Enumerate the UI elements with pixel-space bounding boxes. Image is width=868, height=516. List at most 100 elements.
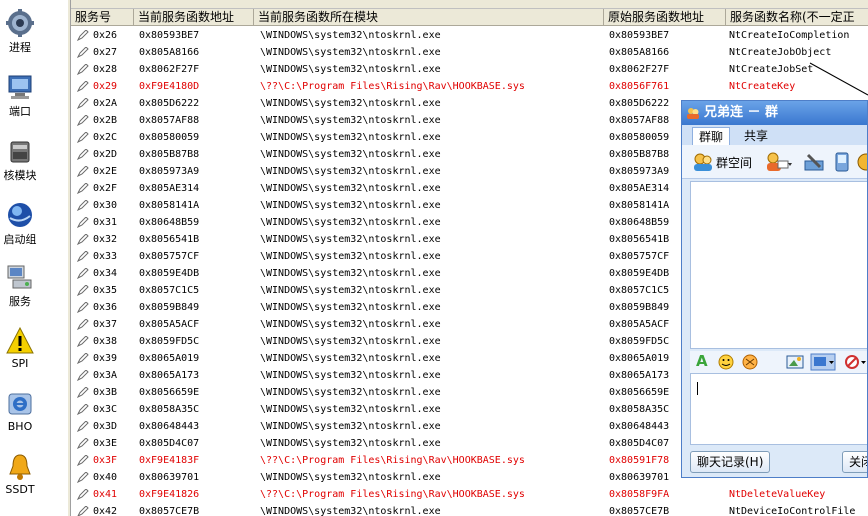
- pencil-icon: [77, 81, 89, 92]
- group-space-label[interactable]: 群空间: [716, 154, 752, 171]
- cell-current-module: \??\C:\Program Files\Rising\Rav\HOOKBASE…: [260, 489, 525, 500]
- cell-current-address: 0x80593BE7: [139, 30, 200, 41]
- chat-tabs: 群聊 共享: [682, 125, 867, 145]
- cell-current-address: 0xF9E41826: [139, 489, 200, 500]
- sidebar-item-port[interactable]: 端口: [0, 72, 40, 119]
- sidebar-item-kernel-module[interactable]: 核模块: [0, 136, 40, 183]
- column-header-current-address[interactable]: 当前服务函数地址: [134, 9, 254, 26]
- globe-icon: [8, 203, 32, 227]
- font-icon[interactable]: A: [696, 352, 708, 370]
- sidebar-item-label: 启动组: [3, 233, 37, 246]
- group-chat-window[interactable]: 兄弟连 － 群 群聊 共享 群空间 A 聊天记录(H) 关: [681, 100, 868, 478]
- members-icon[interactable]: [764, 151, 792, 173]
- table-row[interactable]: 0x28 0x8062F27F \WINDOWS\system32\ntoskrnl…: [71, 61, 868, 78]
- tools-icon[interactable]: [802, 151, 826, 173]
- cell-service-number: 0x32: [93, 234, 118, 245]
- column-header-service-number[interactable]: 服务号: [71, 9, 134, 26]
- chat-title: 兄弟连 － 群: [704, 105, 779, 120]
- cell-current-address: 0x8062F27F: [139, 64, 200, 75]
- chat-history-button[interactable]: 聊天记录(H): [690, 451, 771, 473]
- cell-current-address: 0x8058141A: [139, 200, 200, 211]
- sidebar-item-ssdt[interactable]: SSDT: [0, 452, 40, 496]
- cell-current-module: \WINDOWS\system32\ntoskrnl.exe: [260, 234, 441, 245]
- more-icon[interactable]: [856, 151, 868, 173]
- column-header-function-name[interactable]: 服务函数名称(不一定正: [726, 9, 868, 26]
- cell-service-number: 0x40: [93, 472, 118, 483]
- screenshot-icon[interactable]: [810, 353, 836, 371]
- group-space-icon[interactable]: [692, 152, 714, 172]
- sidebar-item-spi[interactable]: SPI: [0, 326, 40, 370]
- cell-current-address: 0xF9E4183F: [139, 455, 200, 466]
- sidebar-item-startup[interactable]: 启动组: [0, 200, 40, 247]
- cell-current-module: \WINDOWS\system32\ntoskrnl.exe: [260, 285, 441, 296]
- pencil-icon: [77, 268, 89, 279]
- phone-icon[interactable]: [830, 151, 854, 173]
- image-icon[interactable]: [786, 354, 804, 370]
- cell-service-number: 0x3E: [93, 438, 118, 449]
- chat-title-bar[interactable]: 兄弟连 － 群: [682, 101, 867, 125]
- sidebar-item-label: 进程: [9, 41, 31, 54]
- cell-current-address: 0x805757CF: [139, 251, 200, 262]
- tab-share[interactable]: 共享: [738, 127, 774, 145]
- cell-service-number: 0x2E: [93, 166, 118, 177]
- cell-service-number: 0x3A: [93, 370, 118, 381]
- cell-function-name: NtDeleteValueKey: [729, 489, 826, 500]
- cell-original-address: 0x805A8166: [609, 47, 670, 58]
- pencil-icon: [77, 302, 89, 313]
- table-header: 服务号 当前服务函数地址 当前服务函数所在模块 原始服务函数地址 服务函数名称(…: [71, 9, 868, 26]
- cell-current-module: \WINDOWS\system32\ntoskrnl.exe: [260, 64, 441, 75]
- cell-current-module: \WINDOWS\system32\ntoskrnl.exe: [260, 370, 441, 381]
- cell-service-number: 0x2B: [93, 115, 118, 126]
- cell-current-module: \WINDOWS\system32\ntoskrnl.exe: [260, 319, 441, 330]
- shake-icon[interactable]: [742, 354, 758, 370]
- sidebar-item-service[interactable]: 服务: [0, 262, 40, 309]
- cell-service-number: 0x3B: [93, 387, 118, 398]
- cell-current-address: 0x8057CE7B: [139, 506, 200, 516]
- cell-current-module: \WINDOWS\system32\ntoskrnl.exe: [260, 353, 441, 364]
- sidebar-item-bho[interactable]: BHO: [0, 389, 40, 433]
- column-header-original-address[interactable]: 原始服务函数地址: [604, 9, 726, 26]
- sidebar-item-label: 核模块: [3, 169, 37, 182]
- cell-current-address: 0x80639701: [139, 472, 200, 483]
- cell-service-number: 0x2D: [93, 149, 118, 160]
- column-header-current-module[interactable]: 当前服务函数所在模块: [254, 9, 604, 26]
- pencil-icon: [77, 251, 89, 262]
- emoji-icon[interactable]: [718, 354, 734, 370]
- cell-current-address: 0x8059B849: [139, 302, 200, 313]
- cell-current-address: 0x805973A9: [139, 166, 200, 177]
- close-button[interactable]: 关闭: [842, 451, 867, 473]
- cell-current-module: \WINDOWS\system32\ntoskrnl.exe: [260, 200, 441, 211]
- table-row[interactable]: 0x26 0x80593BE7 \WINDOWS\system32\ntoskrnl…: [71, 27, 868, 44]
- sidebar-item-label: 端口: [9, 105, 31, 118]
- pencil-icon: [77, 455, 89, 466]
- cell-function-name: NtCreateKey: [729, 81, 796, 92]
- table-row[interactable]: 0x42 0x8057CE7B \WINDOWS\system32\ntoskrnl…: [71, 503, 868, 516]
- cell-current-address: 0x80648443: [139, 421, 200, 432]
- pencil-icon: [77, 438, 89, 449]
- pencil-icon: [77, 353, 89, 364]
- cell-current-address: 0x8059E4DB: [139, 268, 200, 279]
- table-row[interactable]: 0x29 0xF9E4180D \??\C:\Program Files\Risin…: [71, 78, 868, 95]
- cell-current-address: 0x8056541B: [139, 234, 200, 245]
- cell-service-number: 0x30: [93, 200, 118, 211]
- pencil-icon: [77, 47, 89, 58]
- cell-service-number: 0x3D: [93, 421, 118, 432]
- cell-service-number: 0x42: [93, 506, 118, 516]
- message-input[interactable]: [690, 373, 867, 445]
- table-row[interactable]: 0x41 0xF9E41826 \??\C:\Program Files\Risin…: [71, 486, 868, 503]
- tab-group-chat[interactable]: 群聊: [692, 127, 731, 145]
- cell-current-address: 0x8056659E: [139, 387, 200, 398]
- block-icon[interactable]: [844, 354, 868, 370]
- sidebar-item-process[interactable]: 进程: [0, 8, 40, 55]
- pencil-icon: [77, 319, 89, 330]
- cell-current-address: 0x8057C1C5: [139, 285, 200, 296]
- cell-current-module: \WINDOWS\system32\ntoskrnl.exe: [260, 472, 441, 483]
- cell-service-number: 0x37: [93, 319, 118, 330]
- message-area[interactable]: [690, 181, 867, 349]
- group-icon: [687, 108, 699, 119]
- cell-service-number: 0x35: [93, 285, 118, 296]
- table-row[interactable]: 0x27 0x805A8166 \WINDOWS\system32\ntoskrnl…: [71, 44, 868, 61]
- cell-current-module: \WINDOWS\system32\ntoskrnl.exe: [260, 404, 441, 415]
- cell-current-address: 0x805A8166: [139, 47, 200, 58]
- sidebar-item-label: SPI: [11, 357, 29, 370]
